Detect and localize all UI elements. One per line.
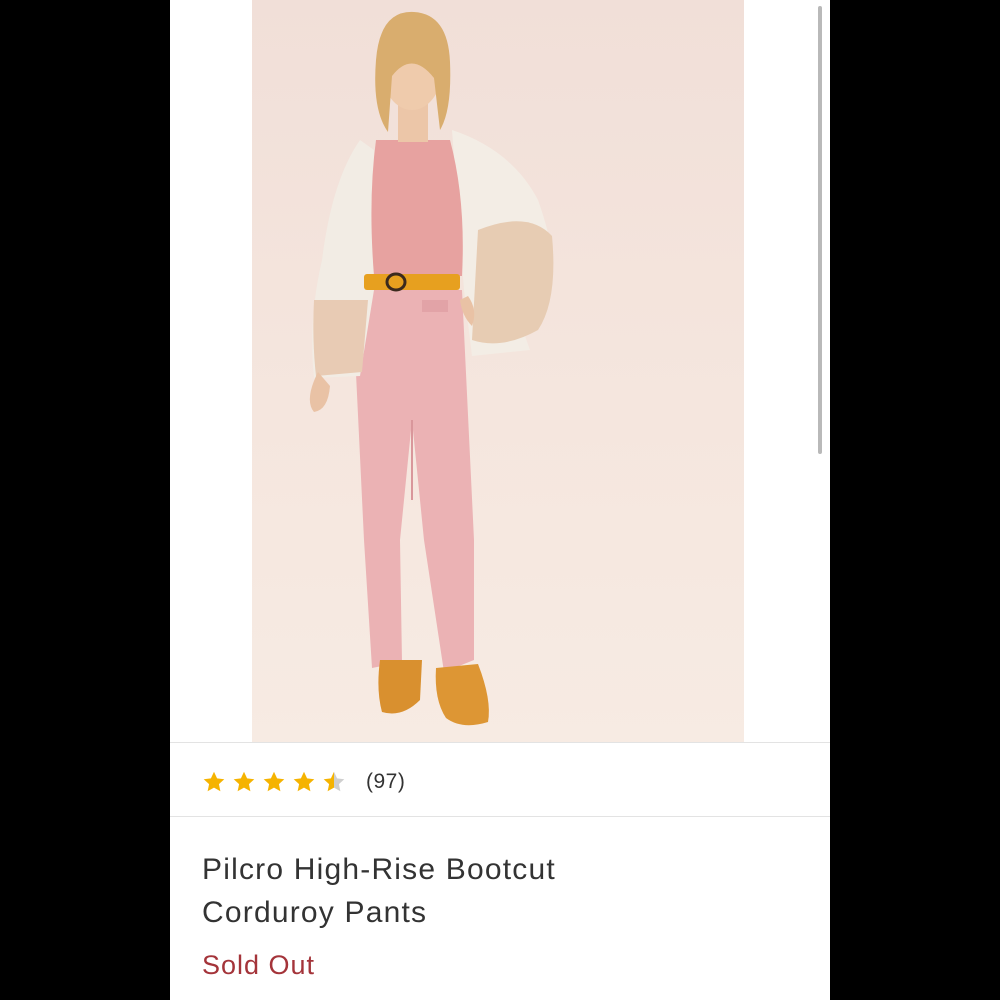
star-icon: [233, 771, 255, 792]
star-icon: [203, 771, 225, 792]
divider: [170, 742, 830, 743]
product-photo-illustration: [309, 11, 554, 726]
review-count[interactable]: (97): [366, 770, 405, 794]
product-title-line-2: Corduroy Pants: [202, 896, 428, 929]
star-rating: [202, 770, 346, 794]
product-image[interactable]: [252, 0, 744, 742]
scrollbar[interactable]: [818, 6, 822, 454]
stock-status: Sold Out: [202, 950, 316, 980]
product-title-line-1: Pilcro High-Rise Bootcut: [202, 853, 556, 886]
rating-summary[interactable]: (97): [202, 762, 405, 802]
divider: [170, 816, 830, 817]
product-title: Pilcro High-Rise Bootcut Corduroy Pants: [202, 848, 762, 934]
product-page: (97) Pilcro High-Rise Bootcut Corduroy P…: [170, 0, 830, 1000]
star-icon: [323, 771, 345, 792]
star-icon: [263, 771, 285, 792]
star-icon: [293, 771, 315, 792]
